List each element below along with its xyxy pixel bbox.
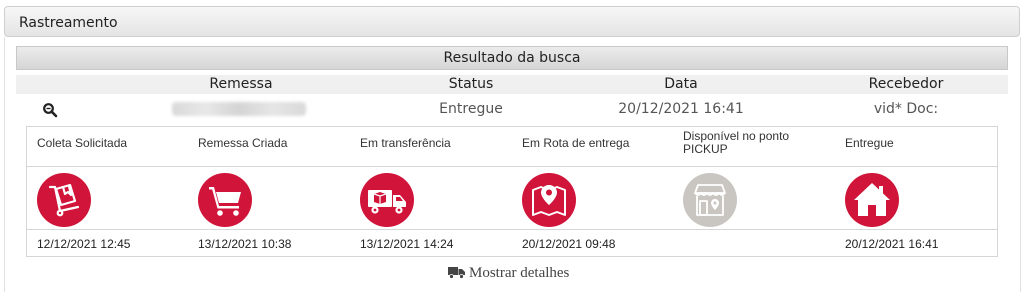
details-link-label[interactable]: Mostrar detalhes [469,265,569,281]
home-icon [845,173,899,227]
step-label: Em transferência [360,136,451,150]
step-label: Entregue [845,136,894,150]
col-data: Data [664,76,698,92]
shopping-cart-icon [198,173,252,227]
panel-title: Rastreamento [19,15,118,31]
recebedor-value: vid* Doc: [873,101,939,117]
result-header: Resultado da busca [16,46,1008,70]
step-date: 20/12/2021 09:48 [522,237,616,251]
col-remessa: Remessa [209,76,273,92]
search-icon[interactable] [42,102,58,118]
col-status: Status [448,76,494,92]
step-label: Coleta Solicitada [37,136,128,150]
step-label: Disponível no ponto PICKUP [683,129,790,156]
results-row: Entregue 20/12/2021 16:41 vid* Doc: [16,99,1008,121]
tracking-steps: Coleta Solicitada Remessa Criada Em tran… [26,126,998,257]
step-label: Em Rota de entrega [522,136,630,150]
panel-border-right [1020,37,1021,292]
package-on-cart-icon [37,173,91,227]
step-label: Remessa Criada [198,136,288,150]
step-date: 13/12/2021 14:24 [360,237,454,251]
panel-border-left [4,37,5,292]
remessa-value-redacted [172,102,306,116]
step-labels-row: Coleta Solicitada Remessa Criada Em tran… [27,127,997,167]
status-value: Entregue [439,101,503,117]
details-link[interactable]: Mostrar detalhes [448,265,569,282]
results-column-headers: Remessa Status Data Recebedor [16,75,1008,95]
step-date: 20/12/2021 16:41 [845,237,939,251]
delivery-truck-icon [360,173,414,227]
step-date: 12/12/2021 12:45 [37,237,131,251]
store-pin-icon [683,173,737,227]
panel-header: Rastreamento [4,6,1020,37]
truck-icon [448,267,465,279]
date-value: 20/12/2021 16:41 [618,101,744,117]
map-pin-icon [522,173,576,227]
step-date: 13/12/2021 10:38 [198,237,292,251]
result-title: Resultado da busca [443,50,581,66]
step-dates-row: 12/12/2021 12:45 13/12/2021 10:38 13/12/… [27,229,997,256]
col-recebedor: Recebedor [868,76,944,92]
